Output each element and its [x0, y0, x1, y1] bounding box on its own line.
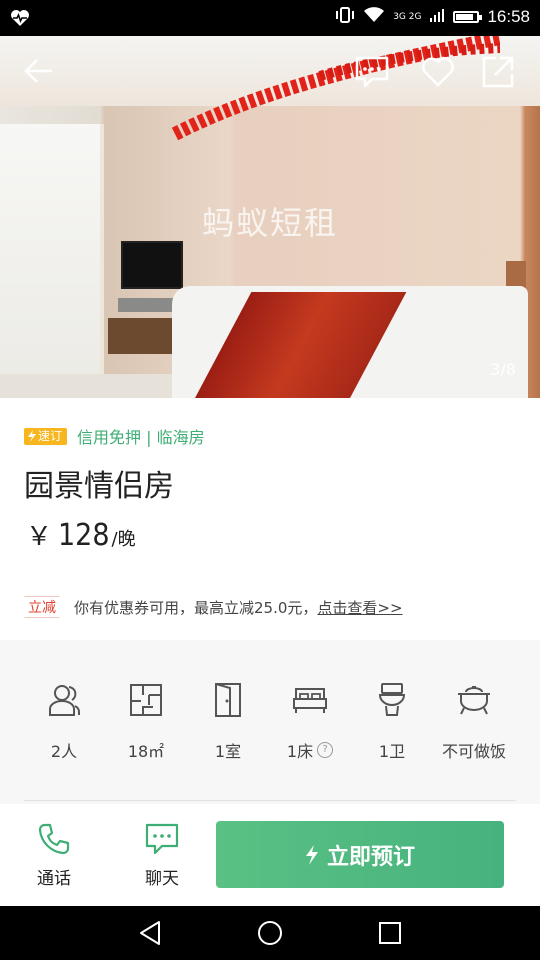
price-currency: ￥ — [26, 522, 53, 552]
room-photo[interactable]: 蚂蚁短租 3/8 — [0, 36, 540, 398]
message-icon[interactable] — [354, 54, 390, 94]
listing-tags: 速订 信用免押 | 临海房 — [24, 424, 205, 448]
health-heart-icon — [10, 9, 30, 31]
guests-icon — [19, 680, 109, 720]
system-nav-bar — [0, 906, 540, 960]
photo-watermark: 蚂蚁短租 — [202, 204, 339, 242]
photo-tv — [121, 241, 183, 289]
amenity-label: 2人 — [50, 742, 78, 761]
nav-back-icon[interactable] — [138, 920, 162, 950]
lightning-icon — [28, 430, 36, 442]
amenity-guests: 2人 — [19, 680, 109, 762]
wifi-icon — [363, 6, 385, 28]
photo-counter: 3/8 — [490, 360, 516, 379]
instant-book-badge: 速订 — [24, 427, 68, 445]
door-icon — [183, 680, 273, 720]
coupon-link[interactable]: 点击查看>> — [317, 597, 402, 618]
nav-home-icon[interactable] — [257, 920, 283, 950]
clock: 16:58 — [487, 7, 530, 26]
amenity-rooms: 1室 — [183, 680, 273, 762]
back-arrow-icon[interactable] — [22, 54, 56, 92]
section-divider — [24, 800, 516, 801]
nav-recents-icon[interactable] — [378, 920, 402, 950]
favorite-heart-icon[interactable] — [420, 54, 456, 94]
listing-price: ￥ 128 /晚 — [26, 516, 136, 553]
coupon-text: 你有优惠券可用，最高立减25.0元， — [74, 598, 318, 617]
cooking-pot-icon — [429, 680, 519, 720]
price-unit: /晚 — [111, 529, 136, 550]
book-now-label: 立即预订 — [326, 844, 415, 870]
network-type: 3G 2G — [393, 11, 422, 22]
coupon-banner[interactable]: 立减 你有优惠券可用，最高立减25.0元， 点击查看>> — [24, 596, 403, 618]
feature-tags: 信用免押 | 临海房 — [77, 428, 205, 447]
share-icon[interactable] — [480, 54, 516, 94]
photo-doorway — [0, 124, 104, 376]
chat-button[interactable]: 聊天 — [122, 822, 202, 889]
amenity-beds[interactable]: 1床 ? — [265, 680, 355, 762]
call-label: 通话 — [37, 869, 71, 889]
signal-icon — [429, 7, 445, 27]
coupon-tag: 立减 — [24, 596, 60, 618]
price-value: 128 — [58, 518, 110, 553]
amenity-label: 不可做饭 — [441, 742, 506, 761]
amenity-label: 18㎡ — [127, 742, 165, 761]
book-now-button[interactable]: 立即预订 — [216, 821, 504, 888]
amenity-bathrooms: 1卫 — [347, 680, 437, 762]
help-question-icon[interactable]: ? — [317, 742, 334, 758]
amenity-area: 18㎡ — [101, 680, 191, 762]
amenity-label: 1卫 — [378, 742, 406, 761]
action-bar: 通话 聊天 立即预订 — [0, 804, 540, 906]
amenity-label: 1床 — [286, 742, 314, 761]
amenity-cooking: 不可做饭 — [429, 680, 519, 762]
phone-icon — [14, 822, 94, 860]
lightning-icon — [305, 844, 318, 865]
chat-bubble-icon — [122, 822, 202, 860]
chat-label: 聊天 — [145, 869, 179, 889]
battery-icon — [453, 11, 483, 23]
call-button[interactable]: 通话 — [14, 822, 94, 889]
listing-title: 园景情侣房 — [24, 469, 174, 504]
amenity-label: 1室 — [214, 742, 242, 761]
floor-plan-icon — [101, 680, 191, 720]
amenity-label-row: 1床 ? — [265, 738, 355, 762]
instant-book-label: 速订 — [38, 428, 63, 443]
vibrate-icon — [335, 6, 355, 28]
status-bar: 3G 2G 16:58 — [0, 0, 540, 36]
toilet-icon — [347, 680, 437, 720]
bed-icon — [265, 680, 355, 720]
amenities-panel: 2人 18㎡ 1室 1床 ? 1卫 不可做饭 — [0, 640, 540, 804]
